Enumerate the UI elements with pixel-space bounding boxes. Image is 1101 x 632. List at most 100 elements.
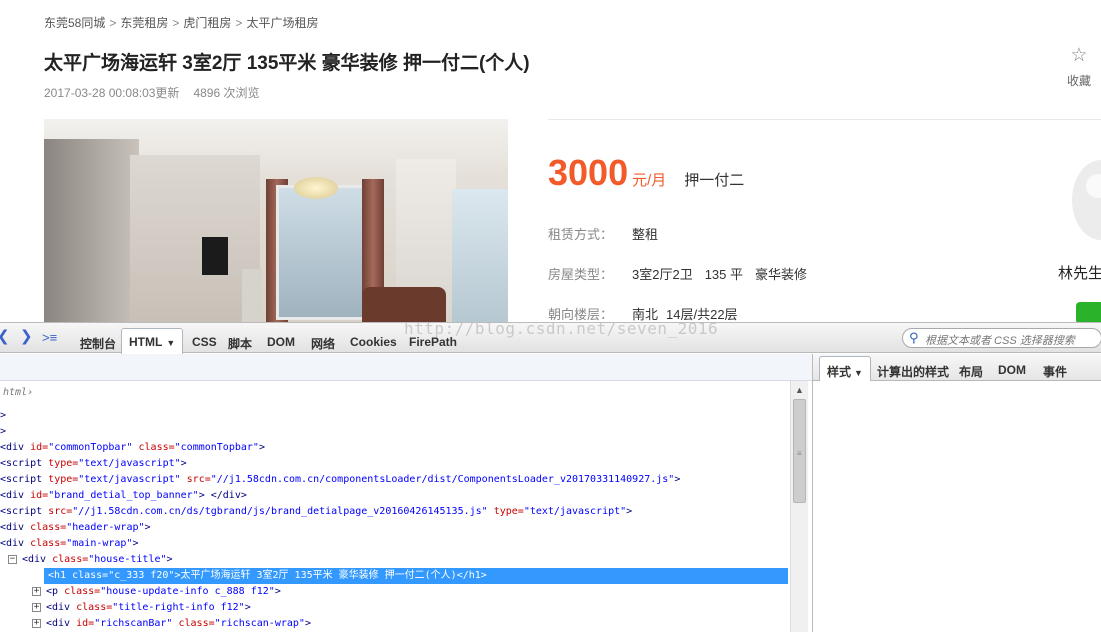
tree-node-content: <h1 class="c_333 f20">太平广场海运轩 3室2厅 135平米…	[48, 570, 487, 581]
collapse-icon[interactable]: −	[8, 555, 17, 564]
tree-node[interactable]: + <div class="title-right-info f12">	[32, 600, 251, 616]
photo-tv	[202, 237, 228, 275]
wechat-icon[interactable]	[1076, 302, 1101, 322]
detail-value: 整租	[632, 227, 659, 242]
tree-node[interactable]: <script type="text/javascript" src="//j1…	[0, 472, 680, 488]
tag-fragment: >	[0, 426, 7, 437]
tree-node[interactable]: <div class="main-wrap">	[0, 536, 139, 552]
photo-cabinet	[242, 269, 262, 322]
tree-node[interactable]: + <div id="richscanBar" class="richscan-w…	[32, 616, 311, 632]
tree-node-content: <div class="main-wrap">	[0, 538, 139, 549]
photo-sofa	[362, 287, 446, 322]
favorite-button[interactable]: ☆ 收藏	[1062, 46, 1096, 89]
tag-fragment: >	[0, 410, 7, 421]
divider	[548, 119, 1101, 120]
tab-css[interactable]: CSS	[192, 335, 217, 349]
breadcrumb-item[interactable]: 太平广场租房	[246, 16, 318, 30]
attr-value: "house-update-info c_888 f12"	[100, 586, 275, 597]
attr-name: type=	[42, 474, 79, 485]
tree-node-content: >	[0, 410, 6, 421]
view-count: 4896 次浏览	[193, 86, 260, 100]
tag-close: > </div>	[198, 490, 247, 501]
tab-console[interactable]: 控制台	[80, 335, 116, 352]
html-tree: > > <div id="commonTopbar" class="commonTo…	[0, 381, 790, 632]
expand-icon[interactable]: +	[32, 619, 41, 628]
tree-node[interactable]: <div id="brand_detial_top_banner"> </div…	[0, 488, 247, 504]
tag-close: >	[674, 474, 681, 485]
photo-tv-wall	[130, 155, 260, 322]
tab-dom[interactable]: DOM	[267, 335, 295, 349]
detail-row-house-type: 房屋类型： 3室2厅2卫 135 平豪华装修	[548, 264, 807, 283]
tab-side-dom[interactable]: DOM	[998, 363, 1026, 377]
tree-node[interactable]: <div id="commonTopbar" class="commonTopb…	[0, 440, 265, 456]
tag-name: <script	[0, 458, 43, 469]
tag-close: >	[244, 602, 251, 613]
attr-value: "text/javascript"	[78, 458, 181, 469]
tag-name: <div	[0, 522, 25, 533]
house-photo[interactable]	[44, 119, 508, 322]
attr-name: class=	[24, 538, 67, 549]
breadcrumb-item[interactable]: 东莞58同城	[44, 16, 105, 30]
detail-row-orientation-floor: 朝向楼层： 南北 14层/共22层	[548, 304, 738, 322]
avatar	[1072, 160, 1101, 240]
attr-value: "header-wrap"	[66, 522, 145, 533]
expand-icon[interactable]: +	[32, 603, 41, 612]
attr-value: "title-right-info f12"	[112, 602, 245, 613]
tab-network[interactable]: 网络	[311, 335, 335, 352]
tag-close: >	[166, 554, 173, 565]
tag-name: <div	[46, 618, 71, 629]
breadcrumb-separator: >	[172, 16, 180, 30]
tab-script[interactable]: 脚本	[228, 335, 252, 352]
command-line-icon[interactable]: >≡	[42, 330, 57, 346]
scrollbar-thumb[interactable]: ≡	[793, 399, 806, 503]
attr-value: "text/javascript"	[523, 506, 627, 517]
back-arrow-icon[interactable]: ❮	[0, 329, 10, 345]
side-panel-tabs: 样式 ▼ 计算出的样式 布局 DOM 事件	[812, 354, 1101, 382]
breadcrumb-item[interactable]: 东莞租房	[120, 16, 168, 30]
tag-name: <h1	[48, 570, 67, 581]
tree-node[interactable]: + <p class="house-update-info c_888 f12">	[32, 584, 281, 600]
page-title: 太平广场海运轩 3室2厅 135平米 豪华装修 押一付二(个人)	[44, 53, 530, 74]
tree-node[interactable]: − <div class="house-title">	[8, 552, 173, 568]
breadcrumb-item[interactable]: 虎门租房	[183, 16, 231, 30]
breadcrumb: 东莞58同城 > 东莞租房 > 虎门租房 > 太平广场租房	[44, 14, 318, 31]
listing-page: 东莞58同城 > 东莞租房 > 虎门租房 > 太平广场租房 太平广场海运轩 3室2厅 135…	[0, 0, 1101, 322]
search-input[interactable]: 根据文本或者 CSS 选择器搜索	[902, 328, 1101, 348]
tab-cookies[interactable]: Cookies	[350, 335, 397, 349]
tab-events[interactable]: 事件	[1043, 363, 1067, 380]
tree-node[interactable]: <script type="text/javascript">	[0, 456, 187, 472]
poster-name[interactable]: 林先生	[1058, 262, 1101, 283]
detail-value: 豪华装修	[755, 267, 808, 282]
tree-node[interactable]: <script src="//j1.58cdn.com.cn/ds/tgbran…	[0, 504, 632, 520]
forward-arrow-icon[interactable]: ❯	[20, 329, 33, 345]
attr-value: "commonTopbar"	[174, 442, 259, 453]
attr-name: class=	[132, 442, 175, 453]
grip-icon: ≡	[797, 449, 802, 458]
html-breadcrumb-bar	[0, 354, 812, 381]
price-amount: 3000	[548, 152, 629, 193]
tree-node-content: >	[0, 426, 6, 437]
attr-name: type=	[42, 458, 79, 469]
expand-icon[interactable]: +	[32, 587, 41, 596]
tree-node[interactable]: <div class="header-wrap">	[0, 520, 151, 536]
tree-node-content: <div class="header-wrap">	[0, 522, 151, 533]
scrollbar[interactable]: ▲ ≡	[790, 381, 808, 632]
tab-html[interactable]: HTML ▼	[121, 328, 184, 354]
attr-name: class=	[58, 586, 101, 597]
tab-style[interactable]: 样式 ▼	[819, 356, 871, 382]
tree-node[interactable]: >	[0, 408, 6, 424]
tree-node-selected[interactable]: <h1 class="c_333 f20">太平广场海运轩 3室2厅 135平米…	[44, 568, 788, 584]
tree-node-content: <div id="brand_detial_top_banner"> </div…	[0, 490, 247, 501]
tab-computed-style[interactable]: 计算出的样式	[877, 363, 949, 380]
photo-window	[276, 185, 366, 320]
attr-name: class=	[24, 522, 67, 533]
tree-node[interactable]: >	[0, 424, 6, 440]
attr-name: id=	[24, 490, 49, 501]
breadcrumb-separator: >	[235, 16, 243, 30]
tab-layout[interactable]: 布局	[959, 363, 983, 380]
detail-value: 14层/共22层	[666, 307, 738, 322]
tag-close: >	[626, 506, 633, 517]
attr-name: src=	[42, 506, 73, 517]
attr-name: type=	[487, 506, 524, 517]
scroll-up-arrow-icon[interactable]: ▲	[795, 385, 804, 395]
